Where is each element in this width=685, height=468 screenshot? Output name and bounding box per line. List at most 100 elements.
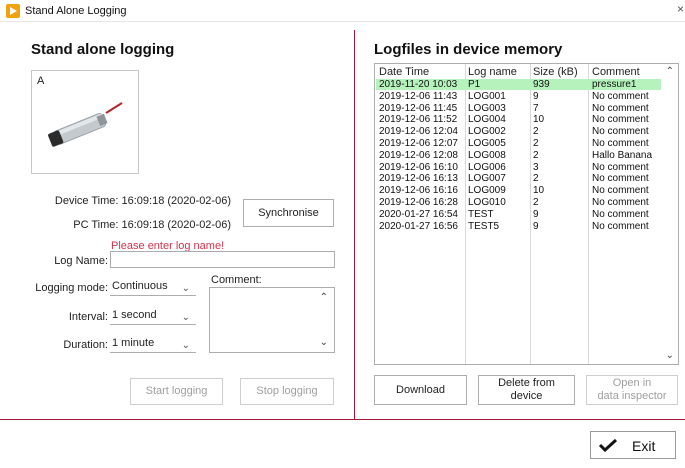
cell-comment: No comment <box>592 126 649 138</box>
column-header-log-name[interactable]: Log name <box>468 66 517 78</box>
table-row[interactable]: 2019-12-06 11:45 LOG003 7 No comment <box>376 103 661 114</box>
comment-textarea[interactable]: ⌃ ⌄ <box>209 287 335 353</box>
cell-size: 2 <box>533 173 539 185</box>
cell-size: 9 <box>533 90 539 102</box>
cell-size: 2 <box>533 197 539 208</box>
cell-log-name: P1 <box>468 79 481 90</box>
cell-date-time: 2019-12-06 16:16 <box>379 185 458 197</box>
chevron-down-icon: ⌄ <box>181 283 190 294</box>
cell-comment: No comment <box>592 114 649 126</box>
chevron-up-icon[interactable]: ⌃ <box>320 292 328 303</box>
cell-date-time: 2019-12-06 16:13 <box>379 173 458 185</box>
log-name-label: Log Name: <box>54 255 108 267</box>
logging-mode-select[interactable]: Continuous ⌄ <box>110 278 196 296</box>
cell-log-name: LOG007 <box>468 173 506 185</box>
cell-size: 2 <box>533 149 539 161</box>
check-icon <box>598 438 618 452</box>
cell-log-name: LOG008 <box>468 149 506 161</box>
table-row[interactable]: 2019-12-06 16:16 LOG009 10 No comment <box>376 185 661 196</box>
exit-button[interactable]: Exit <box>590 431 676 459</box>
chevron-up-icon[interactable]: ⌃ <box>666 66 674 77</box>
delete-button-label-line1: Delete from <box>498 377 555 389</box>
column-header-size[interactable]: Size (kB) <box>533 66 578 78</box>
sensor-image: A <box>31 70 139 174</box>
column-header-date-time[interactable]: Date Time <box>379 66 429 78</box>
cell-comment: No comment <box>592 208 649 220</box>
footer-divider <box>0 419 685 420</box>
cell-size: 10 <box>533 185 545 197</box>
cell-comment: No comment <box>592 185 649 197</box>
table-row[interactable]: 2019-11-20 10:03 P1 939 pressure1 <box>376 79 661 90</box>
interval-label: Interval: <box>68 311 108 323</box>
cell-log-name: LOG006 <box>468 161 506 173</box>
cell-log-name: TEST5 <box>468 220 500 232</box>
cell-size: 939 <box>533 79 550 90</box>
cell-comment: pressure1 <box>592 79 637 90</box>
device-time: Device Time: 16:09:18 (2020-02-06) <box>54 195 231 207</box>
download-button[interactable]: Download <box>374 375 467 405</box>
duration-value: 1 minute <box>112 337 155 349</box>
cell-comment: Hallo Banana <box>592 149 653 161</box>
cell-date-time: 2019-12-06 12:07 <box>379 138 458 149</box>
cell-log-name: LOG002 <box>468 126 506 138</box>
table-row[interactable]: 2020-01-27 16:56 TEST5 9 No comment <box>376 221 661 232</box>
stop-logging-button[interactable]: Stop logging <box>240 378 334 405</box>
chevron-down-icon[interactable]: ⌄ <box>320 337 328 348</box>
title-bar: Stand Alone Logging × <box>0 0 685 22</box>
cell-log-name: LOG004 <box>468 114 506 126</box>
cell-date-time: 2019-12-06 11:52 <box>379 114 458 126</box>
table-row[interactable]: 2019-12-06 11:43 LOG001 9 No comment <box>376 91 661 102</box>
cell-size: 3 <box>533 161 539 173</box>
right-heading: Logfiles in device memory <box>374 41 563 58</box>
cell-size: 9 <box>533 208 539 220</box>
cell-date-time: 2019-12-06 11:45 <box>379 102 458 114</box>
cell-date-time: 2019-12-06 16:28 <box>379 197 458 208</box>
cell-log-name: TEST <box>468 208 494 220</box>
interval-value: 1 second <box>112 309 157 321</box>
column-header-comment[interactable]: Comment <box>592 66 640 78</box>
table-row[interactable]: 2019-12-06 11:52 LOG004 10 No comment <box>376 114 661 125</box>
log-name-input[interactable] <box>110 251 335 268</box>
table-row[interactable]: 2019-12-06 12:04 LOG002 2 No comment <box>376 126 661 137</box>
cell-date-time: 2019-12-06 11:43 <box>379 90 458 102</box>
delete-button-label-line2: device <box>510 390 543 402</box>
cell-log-name: LOG001 <box>468 90 506 102</box>
delete-from-device-button[interactable]: Delete from device <box>478 375 575 405</box>
close-icon[interactable]: × <box>677 2 685 18</box>
cell-date-time: 2020-01-27 16:54 <box>379 208 458 220</box>
duration-label: Duration: <box>63 339 108 351</box>
cell-size: 10 <box>533 114 545 126</box>
cell-log-name: LOG009 <box>468 185 506 197</box>
logging-mode-label: Logging mode: <box>35 282 108 294</box>
interval-select[interactable]: 1 second ⌄ <box>110 307 196 325</box>
start-logging-button[interactable]: Start logging <box>130 378 223 405</box>
cell-size: 2 <box>533 126 539 138</box>
cell-size: 2 <box>533 138 539 149</box>
table-row[interactable]: 2019-12-06 16:10 LOG006 3 No comment <box>376 162 661 173</box>
window-title: Stand Alone Logging <box>25 5 127 17</box>
cell-date-time: 2019-12-06 12:04 <box>379 126 458 138</box>
cell-comment: No comment <box>592 197 649 208</box>
app-icon <box>6 4 20 18</box>
cell-log-name: LOG010 <box>468 197 506 208</box>
cell-date-time: 2019-12-06 12:08 <box>379 149 458 161</box>
cell-log-name: LOG003 <box>468 102 506 114</box>
table-row[interactable]: 2019-12-06 12:07 LOG005 2 No comment <box>376 138 661 149</box>
duration-select[interactable]: 1 minute ⌄ <box>110 335 196 353</box>
table-row[interactable]: 2019-12-06 12:08 LOG008 2 Hallo Banana <box>376 150 661 161</box>
exit-label: Exit <box>632 438 656 454</box>
table-row[interactable]: 2020-01-27 16:54 TEST 9 No comment <box>376 209 661 220</box>
logging-mode-value: Continuous <box>112 280 168 292</box>
open-in-data-inspector-button[interactable]: Open in data inspector <box>586 375 678 405</box>
chevron-down-icon[interactable]: ⌄ <box>666 350 674 361</box>
pane-divider <box>354 30 355 419</box>
table-row[interactable]: 2019-12-06 16:28 LOG010 2 No comment <box>376 197 661 208</box>
cell-log-name: LOG005 <box>468 138 506 149</box>
chevron-down-icon: ⌄ <box>181 312 190 323</box>
logfiles-table[interactable]: Date Time Log name Size (kB) Comment ⌃ 2… <box>374 63 679 365</box>
table-row[interactable]: 2019-12-06 16:13 LOG007 2 No comment <box>376 173 661 184</box>
cell-date-time: 2019-11-20 10:03 <box>379 79 458 90</box>
open-button-label-line1: Open in <box>612 377 652 389</box>
synchronise-button[interactable]: Synchronise <box>243 199 334 227</box>
cell-comment: No comment <box>592 90 649 102</box>
